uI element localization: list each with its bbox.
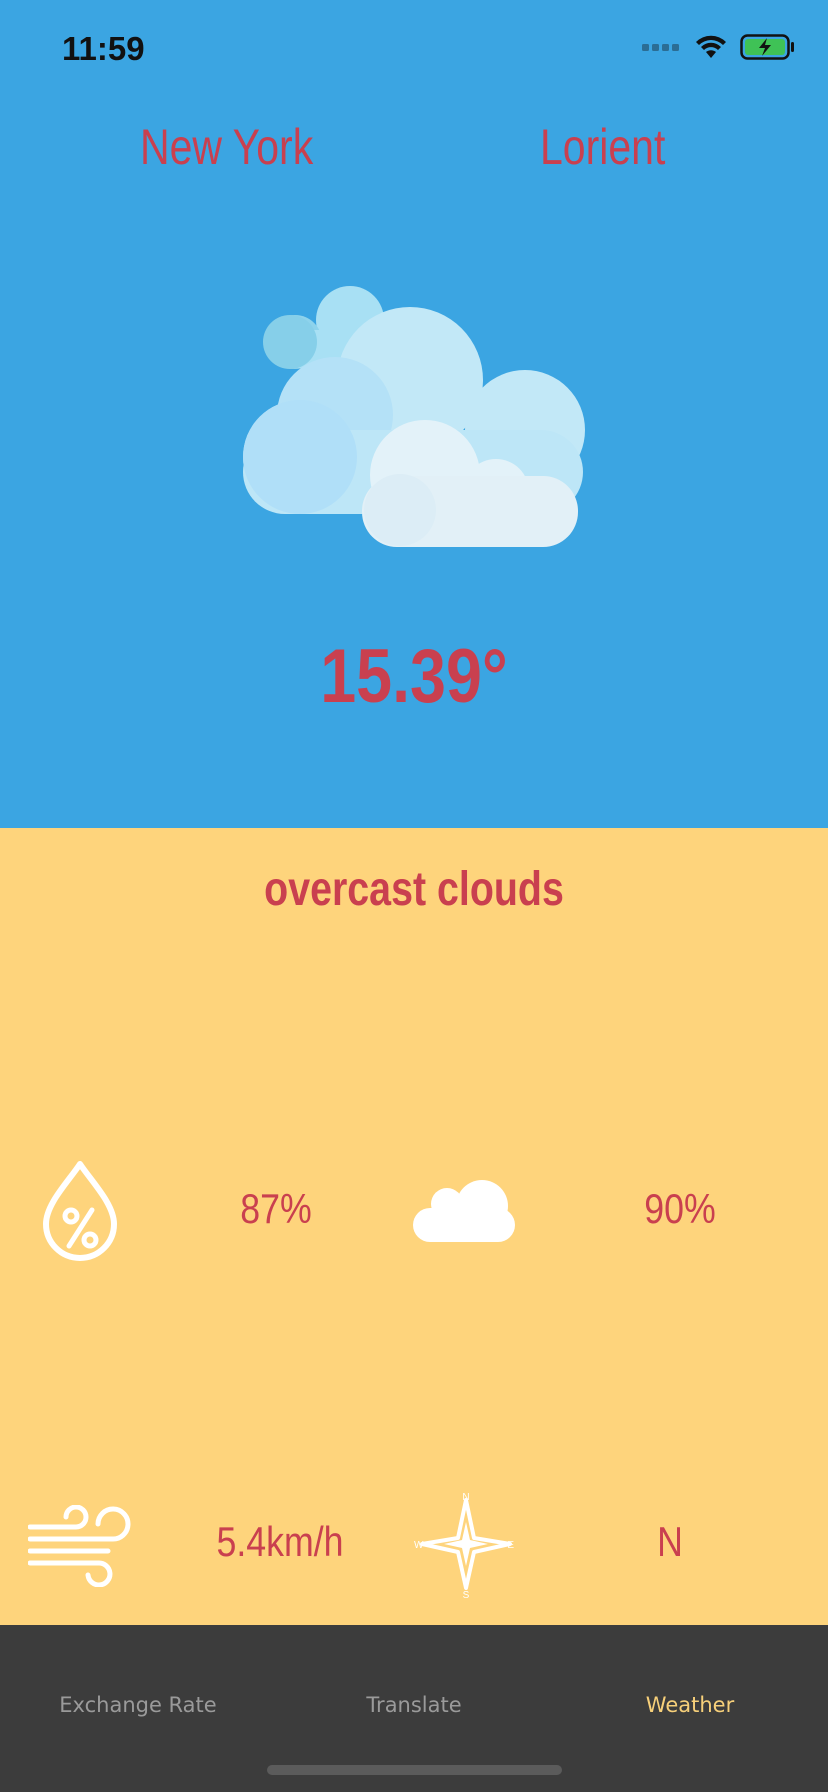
wind-speed-value: 5.4km/h [216, 1518, 344, 1565]
wind-icon [28, 1505, 131, 1587]
city-lorient[interactable]: Lorient [540, 118, 665, 176]
signal-icon [642, 44, 679, 51]
status-icons [642, 34, 796, 60]
tab-exchange-rate[interactable]: Exchange Rate [0, 1693, 276, 1717]
svg-text:N: N [462, 1492, 469, 1503]
wifi-icon [696, 35, 726, 58]
tab-weather[interactable]: Weather [552, 1693, 828, 1717]
temperature-value: 15.39° [320, 634, 508, 719]
cloud-icon [413, 1180, 515, 1242]
svg-text:S: S [463, 1590, 470, 1598]
svg-text:E: E [507, 1540, 514, 1551]
svg-text:W: W [414, 1540, 424, 1551]
status-time: 11:59 [62, 30, 145, 67]
home-indicator[interactable] [267, 1765, 562, 1775]
cloudiness-value: 90% [644, 1185, 716, 1232]
weather-description: overcast clouds [264, 863, 564, 916]
city-new-york[interactable]: New York [140, 118, 313, 176]
battery-icon [740, 34, 794, 60]
humidity-drop-icon [43, 1161, 117, 1261]
compass-icon: N E S W [414, 1492, 514, 1598]
humidity-value: 87% [240, 1185, 312, 1232]
tab-translate[interactable]: Translate [276, 1693, 552, 1717]
wind-direction-value: N [657, 1518, 683, 1565]
overcast-clouds-icon [243, 286, 585, 547]
